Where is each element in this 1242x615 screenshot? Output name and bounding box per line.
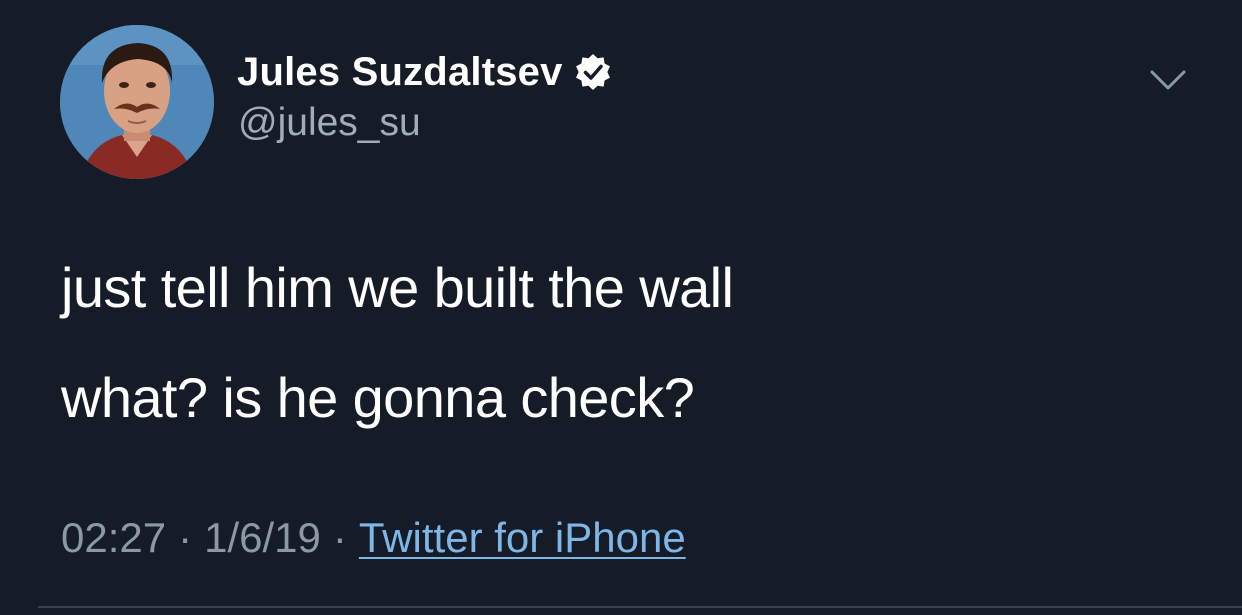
tweet-meta: 02:27 · 1/6/19 · Twitter for iPhone bbox=[61, 512, 686, 564]
chevron-down-icon[interactable] bbox=[1148, 60, 1188, 100]
avatar-image bbox=[60, 25, 214, 179]
tweet-text-line: what? is he gonna check? bbox=[61, 366, 695, 429]
avatar[interactable] bbox=[60, 25, 214, 179]
author-handle[interactable]: @jules_su bbox=[238, 101, 421, 145]
divider bbox=[38, 606, 1242, 608]
tweet-text: just tell him we built the wall what? is… bbox=[61, 256, 734, 430]
meta-separator: · bbox=[332, 514, 347, 561]
verified-badge-icon bbox=[575, 54, 610, 90]
tweet-date: 1/6/19 bbox=[204, 514, 321, 561]
display-name[interactable]: Jules Suzdaltsev bbox=[237, 50, 563, 95]
meta-separator: · bbox=[178, 514, 193, 561]
tweet-card: Jules Suzdaltsev @jules_su just tell him… bbox=[0, 0, 1242, 615]
tweet-time: 02:27 bbox=[61, 514, 167, 561]
tweet-text-line: just tell him we built the wall bbox=[61, 256, 734, 319]
author-name-row: Jules Suzdaltsev bbox=[237, 44, 613, 100]
tweet-source-link[interactable]: Twitter for iPhone bbox=[359, 512, 686, 564]
